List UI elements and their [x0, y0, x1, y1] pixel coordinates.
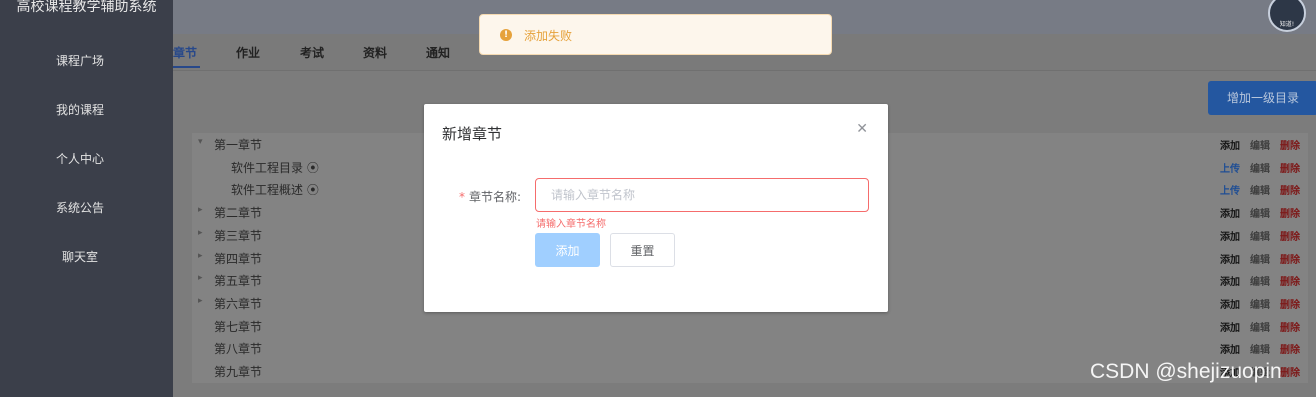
chapter-name-label-text: 章节名称:: [469, 190, 522, 204]
edit-action[interactable]: 编辑: [1250, 164, 1270, 175]
warning-icon: !: [500, 29, 512, 41]
delete-action[interactable]: 删除: [1280, 345, 1300, 356]
add-action[interactable]: 添加: [1220, 345, 1240, 356]
add-chapter-dialog: 新增章节 ✕ * 章节名称: 请输入章节名称 添加 重置: [424, 104, 888, 312]
tree-row-label: 第三章节: [214, 228, 263, 243]
delete-action[interactable]: 删除: [1280, 368, 1300, 379]
edit-action[interactable]: 编辑: [1250, 277, 1270, 288]
row-actions: 添加 编辑 删除: [1210, 137, 1300, 152]
tree-row-label: 第二章节: [214, 206, 263, 221]
upload-action[interactable]: 上传: [1220, 186, 1240, 197]
add-action[interactable]: 添加: [1220, 255, 1240, 266]
caret-down-icon[interactable]: ▾: [198, 137, 203, 147]
sidebar-item-my-courses[interactable]: 我的课程: [0, 101, 160, 118]
delete-action[interactable]: 删除: [1280, 164, 1300, 175]
tree-row[interactable]: 第八章节 添加 编辑 删除: [192, 337, 1308, 359]
edit-action[interactable]: 编辑: [1250, 232, 1270, 243]
row-actions: 添加 编辑 删除: [1210, 205, 1300, 220]
tab-chapters[interactable]: 章节: [173, 44, 197, 61]
chapter-name-input[interactable]: [535, 178, 869, 212]
delete-action[interactable]: 删除: [1280, 255, 1300, 266]
delete-action[interactable]: 删除: [1280, 141, 1300, 152]
tree-row-label: 第一章节: [214, 138, 263, 152]
add-top-level-directory-button[interactable]: 增加一级目录: [1208, 81, 1316, 115]
row-actions: 添加 编辑 删除: [1210, 251, 1300, 266]
avatar-text: 知道!: [1279, 21, 1295, 28]
tree-row-label: 第五章节: [214, 274, 263, 289]
app-title: 高校课程教学辅助系统: [16, 0, 157, 15]
tab-materials[interactable]: 资料: [363, 44, 387, 61]
caret-right-icon[interactable]: ▸: [198, 251, 203, 261]
row-actions: 添加 编辑 删除: [1210, 341, 1300, 356]
row-actions: 添加 编辑 删除: [1210, 296, 1300, 311]
add-action[interactable]: 添加: [1220, 277, 1240, 288]
delete-action[interactable]: 删除: [1280, 186, 1300, 197]
delete-action[interactable]: 删除: [1280, 232, 1300, 243]
toast-message: 添加失败: [524, 29, 573, 43]
sidebar-item-course-square[interactable]: 课程广场: [0, 52, 160, 69]
close-icon[interactable]: ✕: [856, 121, 868, 137]
tree-row[interactable]: 第七章节 添加 编辑 删除: [192, 315, 1308, 337]
sidebar-item-announcements[interactable]: 系统公告: [0, 199, 160, 216]
reset-button[interactable]: 重置: [610, 233, 675, 267]
caret-right-icon[interactable]: ▸: [198, 296, 203, 306]
watermark: CSDN @shejizuopin: [1090, 360, 1282, 383]
add-action[interactable]: 添加: [1220, 323, 1240, 334]
tab-exams[interactable]: 考试: [300, 44, 324, 61]
edit-action[interactable]: 编辑: [1250, 300, 1270, 311]
active-tab-indicator: [173, 66, 200, 68]
sidebar: 高校课程教学辅助系统 课程广场 我的课程 个人中心 系统公告 聊天室: [0, 0, 173, 397]
add-button[interactable]: 添加: [535, 233, 600, 267]
row-actions: 上传 编辑 删除: [1210, 160, 1300, 175]
caret-right-icon[interactable]: ▸: [198, 205, 203, 215]
upload-action[interactable]: 上传: [1220, 164, 1240, 175]
error-toast: ! 添加失败: [479, 14, 832, 55]
row-actions: 添加 编辑 删除: [1210, 273, 1300, 288]
caret-right-icon[interactable]: ▸: [198, 228, 203, 238]
tree-row-label: 第四章节: [214, 251, 263, 266]
edit-action[interactable]: 编辑: [1250, 186, 1270, 197]
chapter-name-label: * 章节名称:: [459, 188, 521, 205]
tree-row-label: 软件工程概述 ⦿: [231, 183, 319, 198]
add-action[interactable]: 添加: [1220, 232, 1240, 243]
edit-action[interactable]: 编辑: [1250, 323, 1270, 334]
add-action[interactable]: 添加: [1220, 300, 1240, 311]
tab-homework[interactable]: 作业: [236, 44, 260, 61]
row-actions: 添加 编辑 删除: [1210, 228, 1300, 243]
tree-row-label: 第六章节: [214, 296, 263, 311]
avatar[interactable]: 知道!: [1268, 0, 1306, 32]
edit-action[interactable]: 编辑: [1250, 209, 1270, 220]
edit-action[interactable]: 编辑: [1250, 141, 1270, 152]
required-mark: *: [459, 190, 465, 204]
edit-action[interactable]: 编辑: [1250, 255, 1270, 266]
add-action[interactable]: 添加: [1220, 141, 1240, 152]
tree-row-label: 第七章节: [214, 319, 263, 334]
row-actions: 添加 编辑 删除: [1210, 319, 1300, 334]
tree-row-label: 第八章节: [214, 342, 263, 357]
delete-action[interactable]: 删除: [1280, 323, 1300, 334]
sidebar-item-chatroom[interactable]: 聊天室: [0, 248, 160, 265]
add-action[interactable]: 添加: [1220, 209, 1240, 220]
sidebar-item-personal-center[interactable]: 个人中心: [0, 150, 160, 167]
dialog-title: 新增章节: [442, 125, 503, 143]
delete-action[interactable]: 删除: [1280, 277, 1300, 288]
tab-notices[interactable]: 通知: [426, 44, 450, 61]
row-actions: 上传 编辑 删除: [1210, 182, 1300, 197]
delete-action[interactable]: 删除: [1280, 209, 1300, 220]
caret-right-icon[interactable]: ▸: [198, 273, 203, 283]
delete-action[interactable]: 删除: [1280, 300, 1300, 311]
tree-row-label: 第九章节: [214, 365, 263, 379]
edit-action[interactable]: 编辑: [1250, 345, 1270, 356]
validation-error: 请输入章节名称: [536, 219, 606, 230]
tree-row-label: 软件工程目录 ⦿: [231, 160, 319, 175]
